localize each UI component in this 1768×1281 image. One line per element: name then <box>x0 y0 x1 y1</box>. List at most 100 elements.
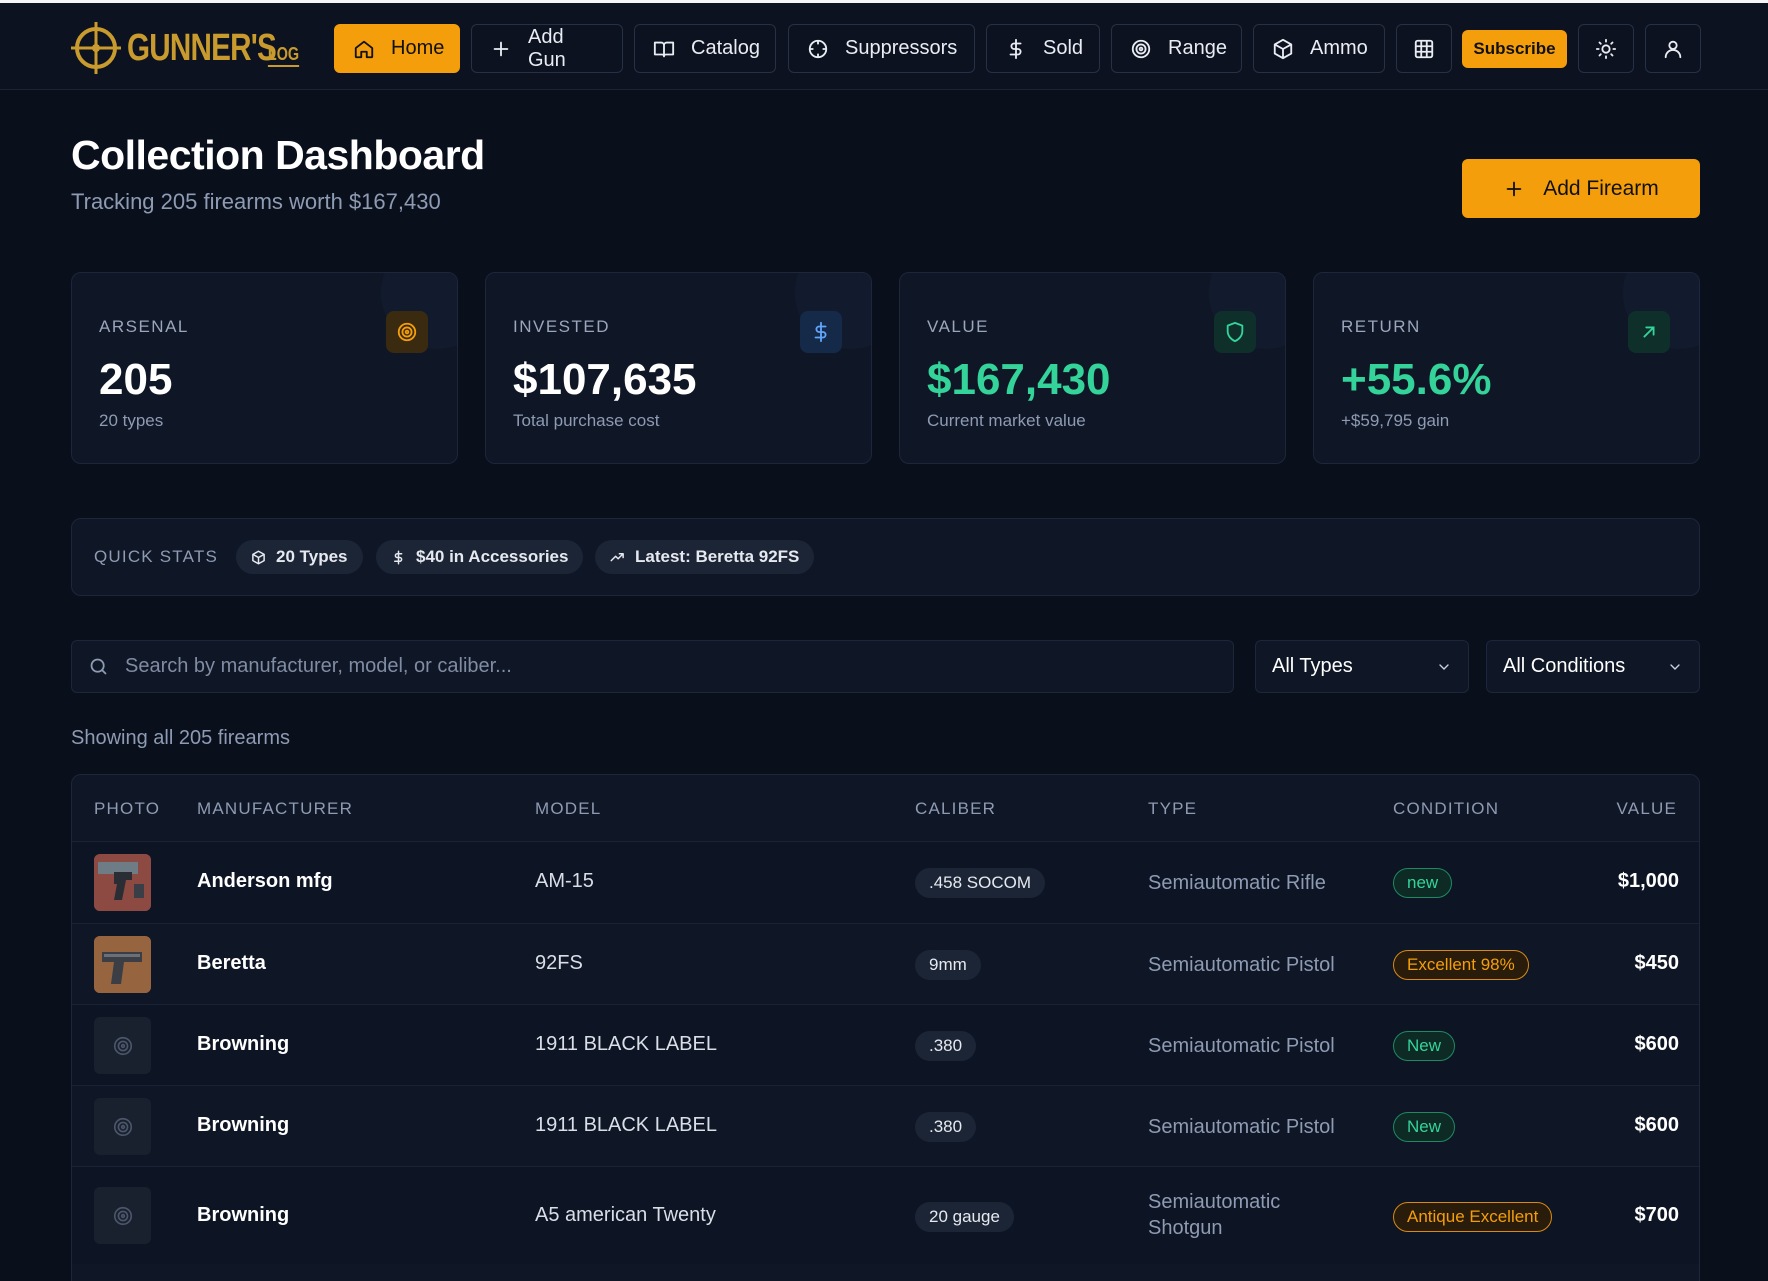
book-icon <box>653 41 675 57</box>
grid-view-button[interactable] <box>1396 24 1452 73</box>
stat-icon-box <box>1214 311 1256 353</box>
col-header-type[interactable]: TYPE <box>1148 799 1197 819</box>
dollar-icon <box>1009 38 1022 59</box>
manufacturer-cell: Browning <box>197 1204 290 1226</box>
value-cell: $1,000 <box>1617 870 1679 892</box>
target-icon <box>113 1117 132 1136</box>
col-header-value[interactable]: VALUE <box>1617 799 1678 819</box>
nav-range[interactable]: Range <box>1111 24 1242 73</box>
firearm-photo-placeholder[interactable] <box>94 1187 151 1244</box>
stat-card-value: VALUE $167,430 Current market value <box>899 272 1286 464</box>
stat-value: $107,635 <box>513 355 697 404</box>
nav-add-gun-label: Add Gun <box>528 25 566 71</box>
nav-sold[interactable]: Sold <box>986 24 1100 73</box>
plus-icon <box>1506 181 1522 196</box>
type-filter-select[interactable]: All Types <box>1255 640 1469 693</box>
trending-icon <box>610 552 624 561</box>
value-cell: $600 <box>1634 1114 1680 1136</box>
nav-ammo[interactable]: Ammo <box>1253 24 1385 73</box>
shield-icon <box>1226 321 1244 343</box>
col-header-manufacturer[interactable]: MANUFACTURER <box>197 799 353 819</box>
type-cell: Semiautomatic Rifle <box>1148 872 1326 894</box>
nav-suppressors-label: Suppressors <box>845 37 958 59</box>
condition-badge: New <box>1393 1112 1456 1142</box>
table-row[interactable]: Beretta 92FS 9mm Semiautomatic Pistol Ex… <box>72 923 1699 1004</box>
results-count: Showing all 205 firearms <box>71 727 290 749</box>
user-menu-button[interactable] <box>1645 24 1701 73</box>
stat-caption: Total purchase cost <box>513 411 660 430</box>
nav-suppressors[interactable]: Suppressors <box>788 24 975 73</box>
dollar-icon <box>394 550 403 564</box>
firearm-photo[interactable] <box>94 854 151 911</box>
nav-home[interactable]: Home <box>334 24 460 73</box>
stat-icon-box <box>386 311 428 353</box>
chip-types: 20 Types <box>236 540 363 574</box>
trend-up-icon <box>1643 326 1655 338</box>
type-cell: Semiautomatic Pistol <box>1148 1035 1335 1057</box>
chevron-down-icon <box>1670 663 1680 670</box>
target-icon <box>1131 39 1151 58</box>
table-row[interactable]: Browning A5 american Twenty 20 gauge Sem… <box>72 1166 1699 1264</box>
nav-catalog[interactable]: Catalog <box>634 24 776 73</box>
table-row[interactable]: Browning 1911 BLACK LABEL .380 Semiautom… <box>72 1085 1699 1166</box>
col-header-condition[interactable]: CONDITION <box>1393 799 1499 819</box>
logo-text: GUNNER'S <box>127 26 277 69</box>
stat-caption: +$59,795 gain <box>1341 411 1450 430</box>
subscribe-button[interactable]: Subscribe <box>1462 30 1567 68</box>
plus-icon <box>493 41 509 56</box>
stat-value: $167,430 <box>927 355 1111 404</box>
add-firearm-button[interactable]: Add Firearm <box>1462 159 1700 218</box>
stat-card-arsenal: ARSENAL 205 20 types <box>71 272 458 464</box>
col-header-photo[interactable]: PHOTO <box>94 799 160 819</box>
table-row[interactable]: Browning 1911 BLACK LABEL .380 Semiautom… <box>72 1004 1699 1085</box>
firearm-photo-placeholder[interactable] <box>94 1098 151 1155</box>
search-input[interactable] <box>125 655 1125 678</box>
condition-badge: Excellent 98% <box>1393 950 1529 980</box>
stat-card-return: RETURN +55.6% +$59,795 gain <box>1313 272 1700 464</box>
chevron-down-icon <box>1439 663 1449 670</box>
crosshair-logo-icon <box>71 22 121 74</box>
dollar-icon <box>814 321 827 343</box>
chip-latest: Latest: Beretta 92FS <box>595 540 815 574</box>
stat-label: VALUE <box>927 317 989 336</box>
table-row[interactable]: Anderson mfg AM-15 .458 SOCOM Semiautoma… <box>72 841 1699 923</box>
target-icon <box>397 322 417 342</box>
manufacturer-cell: Browning <box>197 1114 290 1136</box>
quick-stats-label: QUICK STATS <box>94 547 219 566</box>
nav-ammo-label: Ammo <box>1310 37 1368 59</box>
stat-label: ARSENAL <box>99 317 189 336</box>
box-icon <box>252 550 265 564</box>
nav-catalog-label: Catalog <box>691 37 760 59</box>
stat-icon-box <box>800 311 842 353</box>
sun-icon <box>1595 38 1617 59</box>
condition-filter-select[interactable]: All Conditions <box>1486 640 1700 693</box>
pistol-photo-icon <box>94 936 151 993</box>
type-cell: Semiautomatic Pistol <box>1148 954 1335 976</box>
firearm-photo-placeholder[interactable] <box>94 1017 151 1074</box>
target-icon <box>113 1206 132 1225</box>
caliber-badge: 20 gauge <box>915 1202 1014 1232</box>
manufacturer-cell: Browning <box>197 1033 290 1055</box>
theme-toggle-button[interactable] <box>1578 24 1634 73</box>
model-cell: 1911 BLACK LABEL <box>535 1033 717 1055</box>
page-title: Collection Dashboard <box>71 132 485 178</box>
crosshair-icon <box>808 39 828 58</box>
condition-badge: new <box>1393 868 1453 898</box>
stat-value: 205 <box>99 355 173 404</box>
top-nav: GUNNER'S LOG Home Add Gun Catalog Suppre… <box>0 0 1768 90</box>
nav-add-gun[interactable]: Add Gun <box>471 24 623 73</box>
nav-home-label: Home <box>391 37 445 59</box>
nav-range-label: Range <box>1168 37 1227 59</box>
caliber-badge: .458 SOCOM <box>915 868 1046 898</box>
caliber-badge: .380 <box>915 1031 977 1061</box>
col-header-model[interactable]: MODEL <box>535 799 601 819</box>
caliber-badge: 9mm <box>915 950 981 980</box>
nav-sold-label: Sold <box>1043 37 1084 59</box>
logo[interactable]: GUNNER'S LOG <box>71 19 303 77</box>
stat-icon-box <box>1628 311 1670 353</box>
condition-badge: Antique Excellent <box>1393 1202 1553 1232</box>
firearms-table: PHOTO MANUFACTURER MODEL CALIBER TYPE CO… <box>71 774 1700 1281</box>
firearm-photo[interactable] <box>94 936 151 993</box>
col-header-caliber[interactable]: CALIBER <box>915 799 996 819</box>
model-cell: 92FS <box>535 952 583 974</box>
